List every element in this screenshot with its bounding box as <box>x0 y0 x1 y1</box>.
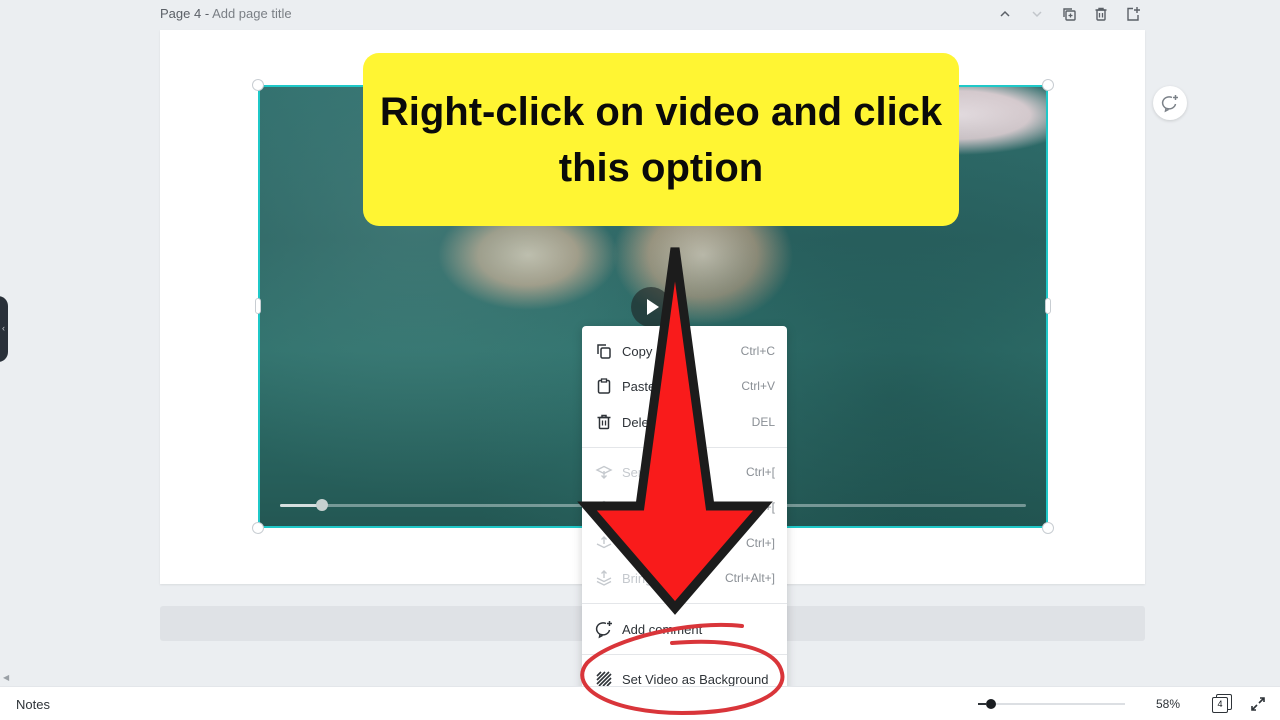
bring-to-front-icon <box>594 568 614 588</box>
side-panel-toggle[interactable]: ‹ <box>0 296 8 362</box>
zoom-percentage[interactable]: 58% <box>1156 697 1180 711</box>
menu-separator <box>582 654 787 655</box>
add-comment-icon <box>594 619 614 639</box>
zoom-slider[interactable] <box>985 699 1125 709</box>
annotation-callout: Right-click on video and click this opti… <box>363 53 959 226</box>
menu-item-paste[interactable]: Paste Ctrl+V <box>582 369 787 403</box>
menu-item-bring-forward[interactable]: Bring forward Ctrl+] <box>582 526 787 560</box>
bring-forward-icon <box>594 533 614 553</box>
context-menu: Copy Ctrl+C Paste Ctrl+V Delete DEL Send… <box>582 326 787 704</box>
zoom-slider-handle[interactable] <box>985 699 996 709</box>
page-count: 4 <box>1212 697 1228 713</box>
video-scrubber-handle[interactable] <box>315 499 328 511</box>
resize-handle-left[interactable] <box>255 298 261 314</box>
delete-icon <box>594 412 614 432</box>
play-icon <box>647 299 659 315</box>
resize-handle-top-left[interactable] <box>252 79 264 91</box>
page-header: Page 4 - Add page title <box>160 4 1145 24</box>
notes-button[interactable]: Notes <box>16 697 50 712</box>
zoom-minus-icon <box>978 703 986 705</box>
scroll-left-icon[interactable]: ◀ <box>3 673 9 682</box>
page-grid-button[interactable]: 4 <box>1212 694 1232 714</box>
delete-page-icon[interactable] <box>1089 4 1113 24</box>
menu-separator <box>582 447 787 448</box>
menu-item-delete[interactable]: Delete DEL <box>582 405 787 439</box>
page-label: Page 4 - <box>160 6 210 21</box>
menu-item-send-backward[interactable]: Send backward Ctrl+[ <box>582 490 787 524</box>
chevron-up-icon[interactable] <box>993 4 1017 24</box>
menu-item-add-comment[interactable]: Add comment <box>582 612 787 646</box>
duplicate-page-icon[interactable] <box>1057 4 1081 24</box>
menu-separator <box>582 603 787 604</box>
paste-icon <box>594 376 614 396</box>
menu-item-copy[interactable]: Copy Ctrl+C <box>582 334 787 368</box>
resize-handle-bottom-left[interactable] <box>252 522 264 534</box>
play-button[interactable] <box>631 287 671 327</box>
send-backward-icon <box>594 497 614 517</box>
page-title-placeholder[interactable]: Add page title <box>212 6 292 21</box>
add-comment-button[interactable] <box>1153 86 1187 120</box>
collapse-icon: ‹ <box>2 323 5 333</box>
chevron-down-icon[interactable] <box>1025 4 1049 24</box>
copy-icon <box>594 341 614 361</box>
menu-item-send-to-back[interactable]: Send to back Ctrl+[ <box>582 455 787 489</box>
add-page-icon[interactable] <box>1121 4 1145 24</box>
send-to-back-icon <box>594 462 614 482</box>
menu-item-bring-to-front[interactable]: Bring to front Ctrl+Alt+] <box>582 561 787 595</box>
resize-handle-bottom-right[interactable] <box>1042 522 1054 534</box>
fullscreen-icon[interactable] <box>1249 695 1267 713</box>
page-actions <box>993 4 1145 24</box>
resize-handle-top-right[interactable] <box>1042 79 1054 91</box>
bottom-bar: Notes 58% 4 <box>0 686 1280 720</box>
resize-handle-right[interactable] <box>1045 298 1051 314</box>
add-comment-icon <box>1161 95 1178 113</box>
page-title[interactable]: Page 4 - Add page title <box>160 6 292 21</box>
